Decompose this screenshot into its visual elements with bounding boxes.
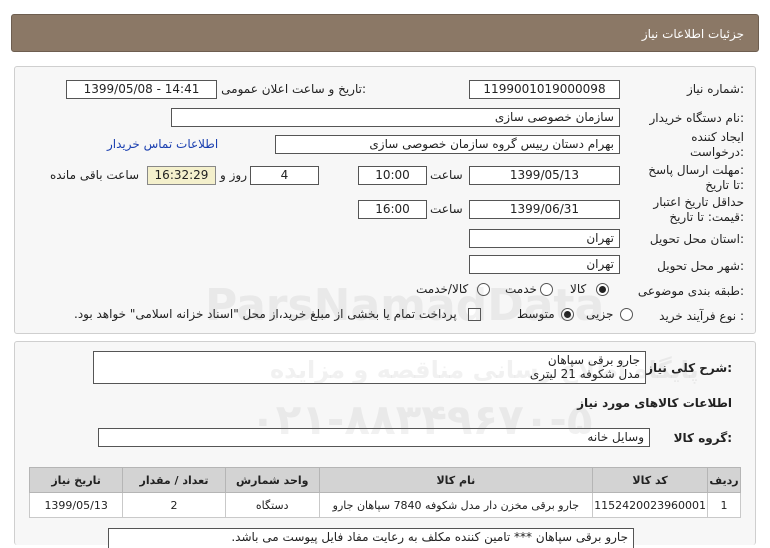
col-header-qty: تعداد / مقدار [122,467,226,493]
category-radio-service[interactable] [540,283,553,296]
process-radio-minor[interactable] [620,308,633,321]
cell-date: 1399/05/13 [28,492,124,518]
col-header-code: کد کالا [592,467,709,493]
col-header-row: ردیف [707,467,741,493]
announce-label: تاریخ و ساعت اعلان عمومی: [221,82,366,96]
description-line-2: مدل شکوفه 21 لیتری [529,367,640,381]
table-header-row: ردیف کد کالا نام کالا واحد شمارش تعداد /… [28,467,741,493]
supplier-note: جارو برقی سپاهان *** تامین کننده مکلف به… [231,530,628,544]
need-number-label: شماره نیاز: [686,82,744,96]
send-time-field: 10:00 [358,166,427,185]
validity-label-2: قیمت: تا تاریخ: [669,210,744,224]
table-row[interactable]: 1 1152420023960001 جارو برقی مخزن دار مد… [28,492,741,518]
send-deadline-label-1: مهلت ارسال پاسخ: [648,163,744,177]
goods-section-title: اطلاعات کالاهای مورد نیاز [577,396,732,410]
city-field: تهران [469,255,620,274]
send-date-field: 1399/05/13 [469,166,620,185]
city-label: شهر محل تحویل: [657,259,744,273]
category-option-goods-service: کالا/خدمت [416,282,469,296]
supplier-note-box: جارو برقی سپاهان *** تامین کننده مکلف به… [108,528,634,548]
announce-field: 1399/05/08 - 14:41 [66,80,217,99]
page-title-bar: جزئیات اطلاعات نیاز [11,14,759,52]
cell-row: 1 [707,492,741,518]
goods-table: ردیف کد کالا نام کالا واحد شمارش تعداد /… [28,467,741,518]
creator-field: بهرام دستان رییس گروه سازمان خصوصی سازی [275,135,620,154]
province-label: استان محل تحویل: [649,232,744,246]
description-line-1: جارو برقی سپاهان [547,353,640,367]
process-option-minor: جزیی [586,307,614,321]
province-field: تهران [469,229,620,248]
days-label: روز و [220,168,247,182]
cell-unit: دستگاه [224,492,320,518]
treasury-payment-checkbox[interactable] [468,308,481,321]
validity-time-label: ساعت [430,202,463,216]
category-radio-goods-service[interactable] [477,283,490,296]
category-label: طبقه بندی موضوعی: [637,284,744,298]
send-time-label: ساعت [430,168,463,182]
col-header-date: تاریخ نیاز [28,467,124,493]
remaining-label: ساعت باقی مانده [50,168,140,182]
goods-group-label: گروه کالا: [673,431,732,445]
cell-qty: 2 [122,492,226,518]
need-number-field: 1199001019000098 [469,80,620,99]
send-deadline-label-2: تا تاریخ: [705,178,744,192]
validity-date-field: 1399/06/31 [469,200,620,219]
category-option-service: خدمت [505,282,537,296]
description-label: شرح کلی نیاز: [646,361,732,375]
buyer-label: نام دستگاه خریدار: [649,111,745,125]
days-remaining-field: 4 [250,166,319,185]
buyer-field: سازمان خصوصی سازی [171,108,620,127]
process-label: نوع فرآیند خرید : [659,309,744,323]
creator-label-1: ایجاد کننده [691,130,744,144]
cell-code: 1152420023960001 [592,492,709,518]
page-title: جزئیات اطلاعات نیاز [641,27,744,41]
category-option-goods: کالا [570,282,587,296]
col-header-name: نام کالا [318,467,594,493]
remaining-time-field: 16:32:29 [147,166,216,185]
validity-time-field: 16:00 [358,200,427,219]
goods-group-field: وسایل خانه [98,428,650,447]
validity-label-1: حداقل تاریخ اعتبار [653,195,744,209]
category-radio-goods[interactable] [596,283,609,296]
col-header-unit: واحد شمارش [224,467,320,493]
description-box: جارو برقی سپاهان مدل شکوفه 21 لیتری [93,351,646,384]
process-option-medium: متوسط [517,307,555,321]
treasury-payment-note: پرداخت تمام یا بخشی از مبلغ خرید،از محل … [74,307,457,321]
buyer-contact-link[interactable]: اطلاعات تماس خریدار [107,137,218,151]
creator-label-2: درخواست: [690,145,744,159]
cell-name: جارو برقی مخزن دار مدل شکوفه 7840 سپاهان… [318,492,594,518]
process-radio-medium[interactable] [561,308,574,321]
